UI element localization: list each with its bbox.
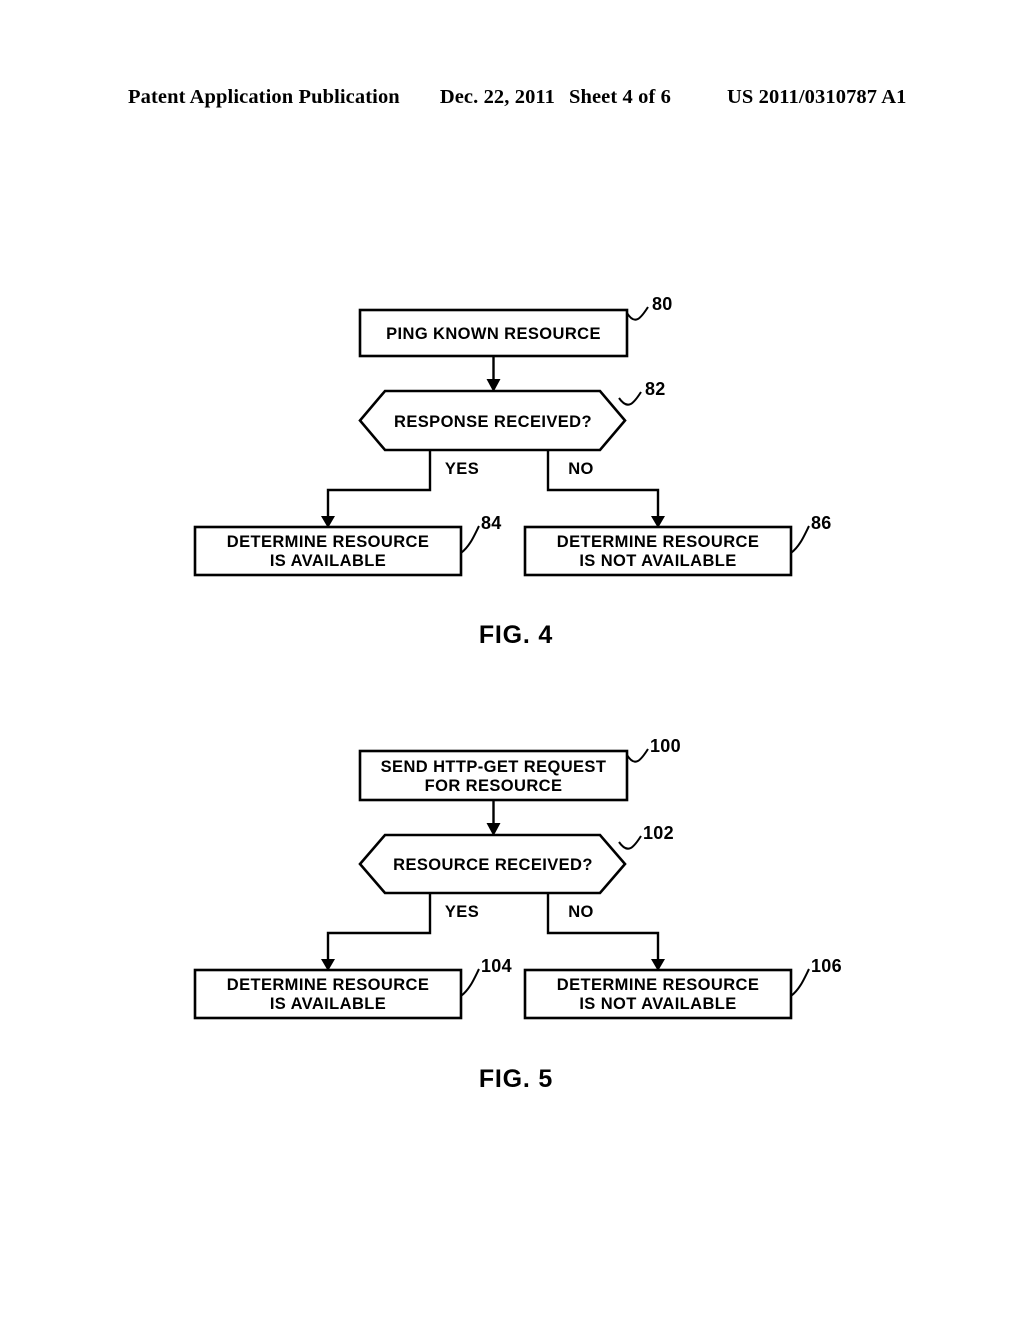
fig4-yes-branch: YES [321,450,479,528]
fig5-yes-outcome-leader-line [460,968,480,997]
fig4-yes-outcome-label-line2: IS AVAILABLE [270,552,386,570]
fig5-no-outcome-leader-line [790,968,810,997]
fig5-no-branch: NO [546,893,665,971]
fig4-yes-outcome-ref: 84 [481,513,502,533]
figure-5: SEND HTTP-GET REQUEST FOR RESOURCE 100 R… [193,736,842,1093]
fig5-decision-leader-line [618,835,642,850]
fig4-connector-start-to-decision [486,356,501,392]
fig5-no-outcome-node: DETERMINE RESOURCE IS NOT AVAILABLE 106 [523,956,842,1020]
fig4-decision-node: RESPONSE RECEIVED? 82 [358,379,666,452]
fig4-yes-outcome-node: DETERMINE RESOURCE IS AVAILABLE 84 [193,513,502,577]
drawing-sheet: PING KNOWN RESOURCE 80 RESPONSE RECEIVED… [0,0,1024,1320]
fig5-start-ref: 100 [650,736,681,756]
fig4-start-leader-line [626,306,649,321]
fig5-decision-node: RESOURCE RECEIVED? 102 [358,823,674,895]
fig4-start-ref: 80 [652,294,673,314]
fig4-yes-outcome-leader-line [460,525,480,554]
fig4-no-outcome-node: DETERMINE RESOURCE IS NOT AVAILABLE 86 [523,513,832,577]
fig5-yes-outcome-ref: 104 [481,956,512,976]
fig4-yes-connector [326,450,432,518]
fig5-start-label-line2: FOR RESOURCE [425,777,563,795]
fig5-yes-outcome-node: DETERMINE RESOURCE IS AVAILABLE 104 [193,956,512,1020]
fig4-no-label: NO [568,460,594,478]
fig4-no-outcome-leader-line [790,525,810,554]
fig4-yes-label: YES [445,460,479,478]
fig4-start-label: PING KNOWN RESOURCE [386,325,601,343]
fig4-no-connector [546,450,660,518]
fig5-yes-connector [326,893,432,961]
fig5-no-outcome-ref: 106 [811,956,842,976]
fig5-yes-label: YES [445,903,479,921]
fig5-caption: FIG. 5 [479,1065,553,1093]
fig5-yes-branch: YES [321,893,479,971]
fig4-no-outcome-label-line2: IS NOT AVAILABLE [579,552,736,570]
fig5-connector-start-to-decision [486,800,501,836]
fig5-decision-label: RESOURCE RECEIVED? [393,856,593,874]
fig5-start-node: SEND HTTP-GET REQUEST FOR RESOURCE 100 [358,736,681,802]
fig5-start-label-line1: SEND HTTP-GET REQUEST [381,758,607,776]
fig5-decision-ref: 102 [643,823,674,843]
fig5-yes-outcome-label-line2: IS AVAILABLE [270,995,386,1013]
fig4-decision-label: RESPONSE RECEIVED? [394,413,592,431]
fig4-start-node: PING KNOWN RESOURCE 80 [358,294,673,358]
fig5-no-connector [546,893,660,961]
fig4-decision-ref: 82 [645,379,666,399]
fig5-yes-outcome-label-line1: DETERMINE RESOURCE [227,976,429,994]
fig4-no-branch: NO [546,450,665,528]
fig4-no-outcome-label-line1: DETERMINE RESOURCE [557,533,759,551]
fig5-no-label: NO [568,903,594,921]
fig4-yes-outcome-label-line1: DETERMINE RESOURCE [227,533,429,551]
fig4-decision-leader-line [618,391,642,406]
fig5-no-outcome-label-line1: DETERMINE RESOURCE [557,976,759,994]
figure-4: PING KNOWN RESOURCE 80 RESPONSE RECEIVED… [193,294,832,649]
fig4-caption: FIG. 4 [479,621,553,649]
fig5-start-leader-line [626,748,649,763]
fig4-no-outcome-ref: 86 [811,513,832,533]
fig5-no-outcome-label-line2: IS NOT AVAILABLE [579,995,736,1013]
